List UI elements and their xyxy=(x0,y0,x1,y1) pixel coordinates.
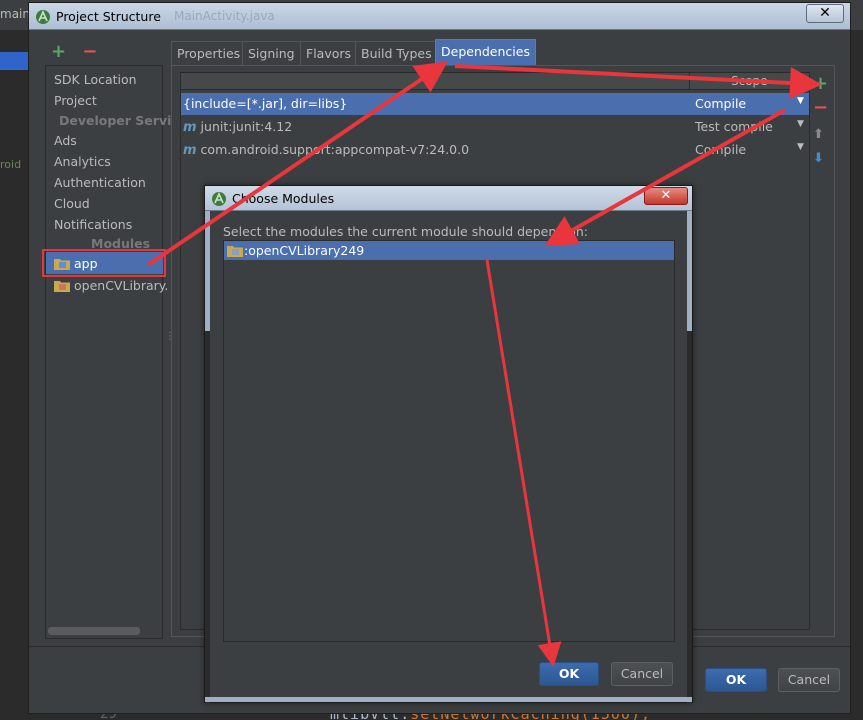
dependency-name: com.android.support:appcompat-v7:24.0.0 xyxy=(200,142,470,157)
module-list: :openCVLibrary249 xyxy=(223,240,675,642)
maven-icon: m xyxy=(183,120,197,135)
dependency-scope[interactable]: Test compile xyxy=(695,119,773,134)
list-item[interactable]: :openCVLibrary249 xyxy=(224,241,674,260)
dialog-prompt: Select the modules the current module sh… xyxy=(223,224,588,239)
sidebar-horizontal-scrollbar[interactable] xyxy=(48,627,140,635)
dialog-cancel-button[interactable]: Cancel xyxy=(611,662,673,686)
maven-icon: m xyxy=(183,143,197,158)
tab-dependencies[interactable]: Dependencies xyxy=(435,39,536,66)
move-up-icon[interactable]: ⬆ xyxy=(813,127,824,142)
table-row[interactable]: m com.android.support:appcompat-v7:24.0.0… xyxy=(181,139,809,161)
background-selection xyxy=(0,52,28,70)
android-studio-icon xyxy=(36,10,50,24)
module-folder-icon xyxy=(227,246,243,257)
table-row[interactable]: m junit:junit:4.12 Test compile ▼ xyxy=(181,116,809,138)
sidebar-item-notifications[interactable]: Notifications xyxy=(54,217,132,232)
column-separator[interactable] xyxy=(689,73,690,90)
remove-dependency-icon[interactable]: − xyxy=(813,97,828,118)
dialog-ok-button[interactable]: OK xyxy=(539,662,599,686)
add-dependency-icon[interactable]: + xyxy=(813,73,828,94)
column-header-scope[interactable]: Scope xyxy=(731,74,768,88)
choose-modules-dialog: Choose Modules ✕ Select the modules the … xyxy=(204,185,693,703)
chevron-down-icon[interactable]: ▼ xyxy=(797,119,804,129)
annotation-highlight-box xyxy=(42,249,166,277)
sidebar: SDK Location Project Developer Servic Ad… xyxy=(42,65,179,639)
move-down-icon[interactable]: ⬇ xyxy=(813,151,824,166)
dialog-frame xyxy=(687,211,692,703)
dialog-close-button[interactable]: ✕ xyxy=(644,187,688,205)
ok-button[interactable]: OK xyxy=(705,668,767,692)
chevron-down-icon[interactable]: ▼ xyxy=(797,96,804,106)
table-row[interactable]: {include=[*.jar], dir=libs} Compile ▼ xyxy=(181,93,809,115)
cancel-button[interactable]: Cancel xyxy=(778,668,840,692)
window-close-button[interactable]: ✕ xyxy=(806,4,844,23)
dialog-frame-shadow xyxy=(687,331,692,703)
dependency-name: junit:junit:4.12 xyxy=(200,119,293,134)
tab-properties[interactable]: Properties xyxy=(171,41,247,65)
sidebar-item-analytics[interactable]: Analytics xyxy=(54,154,111,169)
dependency-name-cell: m com.android.support:appcompat-v7:24.0.0 xyxy=(183,142,469,158)
background-code-fragment: roid xyxy=(0,158,22,171)
dialog-titlebar: Choose Modules ✕ xyxy=(205,186,692,211)
tab-flavors[interactable]: Flavors xyxy=(300,41,358,65)
android-studio-icon xyxy=(212,192,226,206)
sidebar-item-project[interactable]: Project xyxy=(54,93,97,108)
sidebar-item-cloud[interactable]: Cloud xyxy=(54,196,90,211)
tab-signing[interactable]: Signing xyxy=(242,41,301,65)
dependency-scope[interactable]: Compile xyxy=(695,142,746,157)
background-title-fragment: MainActivity.java xyxy=(174,9,275,23)
tab-build-types[interactable]: Build Types xyxy=(355,41,438,65)
window-title: Project Structure xyxy=(56,9,161,24)
dialog-frame-shadow xyxy=(205,331,210,703)
chevron-down-icon[interactable]: ▼ xyxy=(797,142,804,152)
sidebar-item-opencvlibrary[interactable]: openCVLibrary. xyxy=(74,278,168,293)
window-titlebar: Project Structure MainActivity.java ✕ xyxy=(29,3,850,30)
sidebar-item-sdk-location[interactable]: SDK Location xyxy=(54,72,137,87)
dependency-name: {include=[*.jar], dir=libs} xyxy=(183,96,348,111)
table-header: Scope xyxy=(181,73,809,90)
module-folder-icon xyxy=(54,281,70,292)
dependency-name-cell: m junit:junit:4.12 xyxy=(183,119,292,135)
add-icon[interactable]: + xyxy=(51,41,66,62)
dependency-scope[interactable]: Compile xyxy=(695,96,746,111)
background-tab-fragment: main xyxy=(0,7,30,21)
dialog-title: Choose Modules xyxy=(232,191,335,206)
dialog-frame xyxy=(205,211,210,703)
remove-icon[interactable]: − xyxy=(82,41,97,62)
dialog-frame xyxy=(205,697,692,702)
sidebar-toolbar: + − xyxy=(51,41,97,62)
sidebar-group-developer-services: Developer Servic xyxy=(59,113,179,128)
module-name: :openCVLibrary249 xyxy=(244,243,365,258)
sidebar-item-ads[interactable]: Ads xyxy=(54,133,77,148)
sidebar-item-authentication[interactable]: Authentication xyxy=(54,175,146,190)
